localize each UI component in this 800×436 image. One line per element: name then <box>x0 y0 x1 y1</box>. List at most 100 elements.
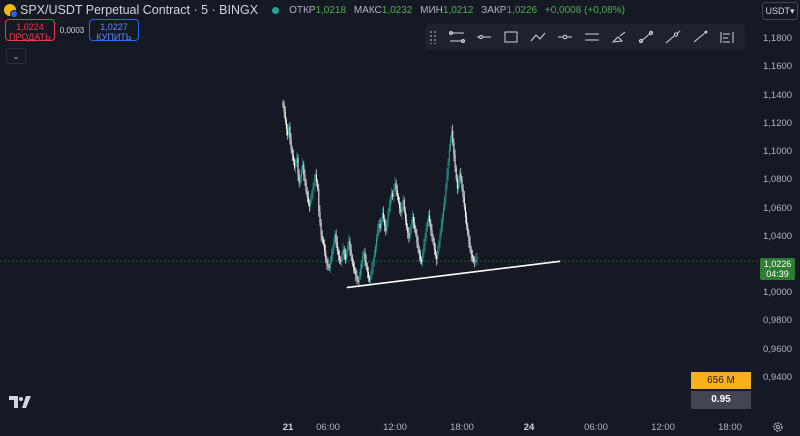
trend-line[interactable] <box>346 260 561 289</box>
candle <box>411 216 413 225</box>
bar-countdown: 04:39 <box>766 269 789 279</box>
candle <box>417 242 419 250</box>
candle <box>344 253 346 260</box>
candle <box>288 126 290 136</box>
candle <box>309 202 311 206</box>
candle <box>434 249 436 256</box>
candle <box>332 249 334 256</box>
candle <box>324 243 326 251</box>
trend-line-tool[interactable] <box>686 24 713 50</box>
horizontal-line-tool[interactable] <box>470 24 497 50</box>
currency-selector[interactable]: USDT ▾ <box>762 2 798 20</box>
candle <box>448 149 450 162</box>
candle <box>426 221 428 229</box>
candle <box>379 224 381 229</box>
candle <box>297 157 299 175</box>
candle <box>476 256 478 260</box>
candle <box>314 174 316 181</box>
candle <box>284 112 286 121</box>
candle <box>287 129 289 136</box>
candle <box>335 233 337 243</box>
candle <box>333 242 335 250</box>
candle <box>319 211 321 223</box>
candle <box>454 154 456 168</box>
buy-label: КУПИТЬ <box>96 32 132 42</box>
candle <box>341 256 343 263</box>
ohlc-low-value: 1,0212 <box>442 4 474 16</box>
chevron-down-icon: ⌄ <box>12 50 20 61</box>
candle <box>402 200 404 206</box>
candle <box>325 250 327 260</box>
volume-tag: 656 M <box>691 372 751 389</box>
rectangle-tool[interactable] <box>497 24 524 50</box>
candle <box>388 205 390 213</box>
candle <box>391 192 393 199</box>
candle <box>363 252 365 257</box>
candle <box>343 249 345 254</box>
ohlc-open-value: 1,0218 <box>315 4 347 16</box>
candle <box>349 240 351 250</box>
candle <box>359 269 361 277</box>
gear-icon[interactable] <box>772 421 784 433</box>
candle <box>424 236 426 246</box>
candle <box>373 255 375 263</box>
candle <box>336 242 338 251</box>
sell-button[interactable]: 1,0224 ПРОДАТЬ <box>5 19 55 42</box>
price-axis-label: 1,1600 <box>763 61 793 73</box>
info-line-tool[interactable] <box>578 24 605 50</box>
candle <box>475 259 477 263</box>
price-axis-label: 1,1800 <box>763 33 793 45</box>
candle <box>342 249 344 257</box>
ohlc-open-label: ОТКР <box>289 4 316 16</box>
candle <box>392 192 394 198</box>
chart-header: SPX/USDT Perpetual Contract · 5 · BINGX … <box>4 2 630 18</box>
buy-button[interactable]: 1,0227 КУПИТЬ <box>89 19 139 42</box>
price-axis-label: 1,0800 <box>763 174 793 186</box>
collapse-button[interactable]: ⌄ <box>6 48 26 64</box>
parallel-channel-tool[interactable] <box>443 24 470 50</box>
candle <box>387 212 389 222</box>
candle <box>401 205 403 213</box>
candle <box>458 181 460 189</box>
symbol-title[interactable]: SPX/USDT Perpetual Contract · 5 · BINGX <box>20 3 258 17</box>
candle <box>328 266 330 268</box>
candle <box>311 192 313 201</box>
drag-handle-icon[interactable] <box>429 30 437 44</box>
candle <box>385 225 387 232</box>
candle <box>418 249 420 256</box>
last-price: 1,0226 <box>763 259 792 269</box>
candle <box>436 255 438 260</box>
path-tool[interactable] <box>524 24 551 50</box>
candle <box>369 277 371 281</box>
candle <box>404 211 406 220</box>
candle <box>358 276 360 282</box>
candle <box>346 252 348 260</box>
candles <box>282 99 478 288</box>
candle <box>400 208 402 213</box>
horizontal-ray-tool[interactable] <box>551 24 578 50</box>
info-line-icon <box>584 33 599 41</box>
time-axis-label: 06:00 <box>316 422 340 433</box>
extended-line-tool[interactable] <box>659 24 686 50</box>
tradingview-logo-icon[interactable] <box>9 396 31 408</box>
fib-retracement-tool[interactable] <box>713 24 740 50</box>
candle <box>422 253 424 263</box>
price-chart[interactable] <box>0 0 800 436</box>
parallel-channel-icon <box>448 31 465 43</box>
candle <box>315 174 317 182</box>
candle <box>423 245 425 254</box>
trend-angle-tool[interactable] <box>632 24 659 50</box>
candle <box>473 257 475 261</box>
candle <box>412 216 414 223</box>
candle <box>461 178 463 189</box>
brush-tool[interactable] <box>605 24 632 50</box>
candle <box>455 167 457 179</box>
candle <box>321 235 323 240</box>
buy-price: 1,0227 <box>100 22 128 32</box>
time-axis-label: 18:00 <box>718 422 742 433</box>
candle <box>299 177 301 184</box>
candle <box>372 262 374 268</box>
candle <box>463 197 465 208</box>
candle <box>431 229 433 237</box>
candle <box>351 256 353 264</box>
